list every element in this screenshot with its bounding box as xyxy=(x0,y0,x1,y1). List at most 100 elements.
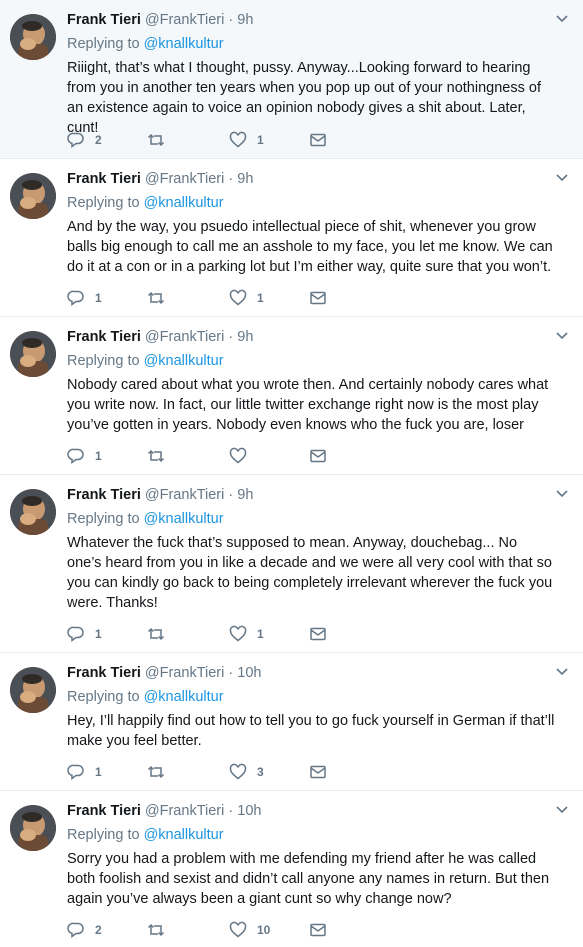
like-button[interactable]: 1 xyxy=(229,288,264,308)
mention-link[interactable]: @knallkultur xyxy=(144,827,224,843)
mention-link[interactable]: @knallkultur xyxy=(144,689,224,705)
retweet-icon xyxy=(147,627,165,641)
avatar[interactable] xyxy=(10,173,56,219)
like-button[interactable]: 10 xyxy=(229,920,270,940)
chevron-down-icon[interactable] xyxy=(555,331,569,341)
username[interactable]: @FrankTieri xyxy=(145,487,224,503)
tweet-header: Frank Tieri @FrankTieri · 9h xyxy=(67,169,555,189)
direct-message-button[interactable] xyxy=(309,762,327,782)
chevron-down-icon[interactable] xyxy=(555,667,569,677)
tweet-text: And by the way, you psuedo intellectual … xyxy=(67,219,553,275)
like-button[interactable]: 1 xyxy=(229,130,264,150)
separator-dot: · xyxy=(228,171,234,187)
avatar[interactable] xyxy=(10,331,56,377)
like-count: 1 xyxy=(257,133,264,147)
reply-button[interactable]: 1 xyxy=(67,624,102,644)
chevron-down-icon[interactable] xyxy=(555,173,569,183)
tweet-header: Frank Tieri @FrankTieri · 10h xyxy=(67,663,555,683)
timestamp[interactable]: 9h xyxy=(237,329,253,345)
chevron-down-icon[interactable] xyxy=(555,14,569,24)
reply-icon xyxy=(67,290,84,306)
retweet-button[interactable] xyxy=(147,130,175,150)
direct-message-button[interactable] xyxy=(309,288,327,308)
reply-button[interactable]: 1 xyxy=(67,446,102,466)
username[interactable]: @FrankTieri xyxy=(145,171,224,187)
display-name[interactable]: Frank Tieri xyxy=(67,665,141,681)
chevron-down-icon[interactable] xyxy=(555,489,569,499)
replying-to-label: Replying to xyxy=(67,689,144,705)
heart-icon xyxy=(229,447,247,464)
display-name[interactable]: Frank Tieri xyxy=(67,329,141,345)
tweet-text: Riiight, that’s what I thought, pussy. A… xyxy=(67,60,541,136)
direct-message-button[interactable] xyxy=(309,920,327,940)
mention-link[interactable]: @knallkultur xyxy=(144,195,224,211)
tweet[interactable]: Frank Tieri @FrankTieri · 9h Replying to… xyxy=(0,475,583,653)
username[interactable]: @FrankTieri xyxy=(145,803,224,819)
reply-button[interactable]: 1 xyxy=(67,288,102,308)
username[interactable]: @FrankTieri xyxy=(145,12,224,28)
reply-count: 2 xyxy=(95,923,102,937)
tweet[interactable]: Frank Tieri @FrankTieri · 9h Replying to… xyxy=(0,317,583,475)
like-button[interactable]: 1 xyxy=(229,624,264,644)
timestamp[interactable]: 10h xyxy=(237,803,261,819)
tweet[interactable]: Frank Tieri @FrankTieri · 10h Replying t… xyxy=(0,791,583,947)
reply-button[interactable]: 2 xyxy=(67,920,102,940)
retweet-icon xyxy=(147,449,165,463)
tweet-header: Frank Tieri @FrankTieri · 10h xyxy=(67,801,555,821)
retweet-button[interactable] xyxy=(147,446,175,466)
replying-to: Replying to @knallkultur xyxy=(67,351,555,371)
display-name[interactable]: Frank Tieri xyxy=(67,171,141,187)
reply-button[interactable]: 1 xyxy=(67,762,102,782)
envelope-icon xyxy=(310,291,326,305)
display-name[interactable]: Frank Tieri xyxy=(67,487,141,503)
username[interactable]: @FrankTieri xyxy=(145,329,224,345)
like-button[interactable]: 3 xyxy=(229,762,264,782)
username[interactable]: @FrankTieri xyxy=(145,665,224,681)
reply-button[interactable]: 2 xyxy=(67,130,102,150)
avatar[interactable] xyxy=(10,667,56,713)
replying-to-label: Replying to xyxy=(67,353,144,369)
timestamp[interactable]: 9h xyxy=(237,487,253,503)
mention-link[interactable]: @knallkultur xyxy=(144,353,224,369)
avatar[interactable] xyxy=(10,805,56,851)
avatar[interactable] xyxy=(10,14,56,60)
reply-icon xyxy=(67,132,84,148)
avatar[interactable] xyxy=(10,489,56,535)
separator-dot: · xyxy=(228,487,234,503)
display-name[interactable]: Frank Tieri xyxy=(67,12,141,28)
tweet-actions: 2 10 xyxy=(67,920,367,940)
tweet[interactable]: Frank Tieri @FrankTieri · 10h Replying t… xyxy=(0,653,583,791)
direct-message-button[interactable] xyxy=(309,446,327,466)
tweet[interactable]: Frank Tieri @FrankTieri · 9h Replying to… xyxy=(0,159,583,317)
retweet-button[interactable] xyxy=(147,920,175,940)
reply-count: 1 xyxy=(95,291,102,305)
replying-to: Replying to @knallkultur xyxy=(67,825,555,845)
retweet-icon xyxy=(147,133,165,147)
envelope-icon xyxy=(310,133,326,147)
timestamp[interactable]: 9h xyxy=(237,12,253,28)
replying-to-label: Replying to xyxy=(67,511,144,527)
reply-count: 2 xyxy=(95,133,102,147)
replying-to: Replying to @knallkultur xyxy=(67,193,555,213)
envelope-icon xyxy=(310,627,326,641)
tweet[interactable]: Frank Tieri @FrankTieri · 9h Replying to… xyxy=(0,0,583,159)
chevron-down-icon[interactable] xyxy=(555,805,569,815)
like-count: 10 xyxy=(257,923,271,937)
display-name[interactable]: Frank Tieri xyxy=(67,803,141,819)
retweet-button[interactable] xyxy=(147,762,175,782)
mention-link[interactable]: @knallkultur xyxy=(144,511,224,527)
timestamp[interactable]: 9h xyxy=(237,171,253,187)
timestamp[interactable]: 10h xyxy=(237,665,261,681)
separator-dot: · xyxy=(228,329,234,345)
envelope-icon xyxy=(310,765,326,779)
direct-message-button[interactable] xyxy=(309,130,327,150)
direct-message-button[interactable] xyxy=(309,624,327,644)
retweet-button[interactable] xyxy=(147,624,175,644)
like-button[interactable] xyxy=(229,446,257,466)
retweet-button[interactable] xyxy=(147,288,175,308)
replying-to-label: Replying to xyxy=(67,195,144,211)
tweet-actions: 1 1 xyxy=(67,288,367,308)
mention-link[interactable]: @knallkultur xyxy=(144,36,224,52)
reply-count: 1 xyxy=(95,765,102,779)
like-count: 3 xyxy=(257,765,264,779)
